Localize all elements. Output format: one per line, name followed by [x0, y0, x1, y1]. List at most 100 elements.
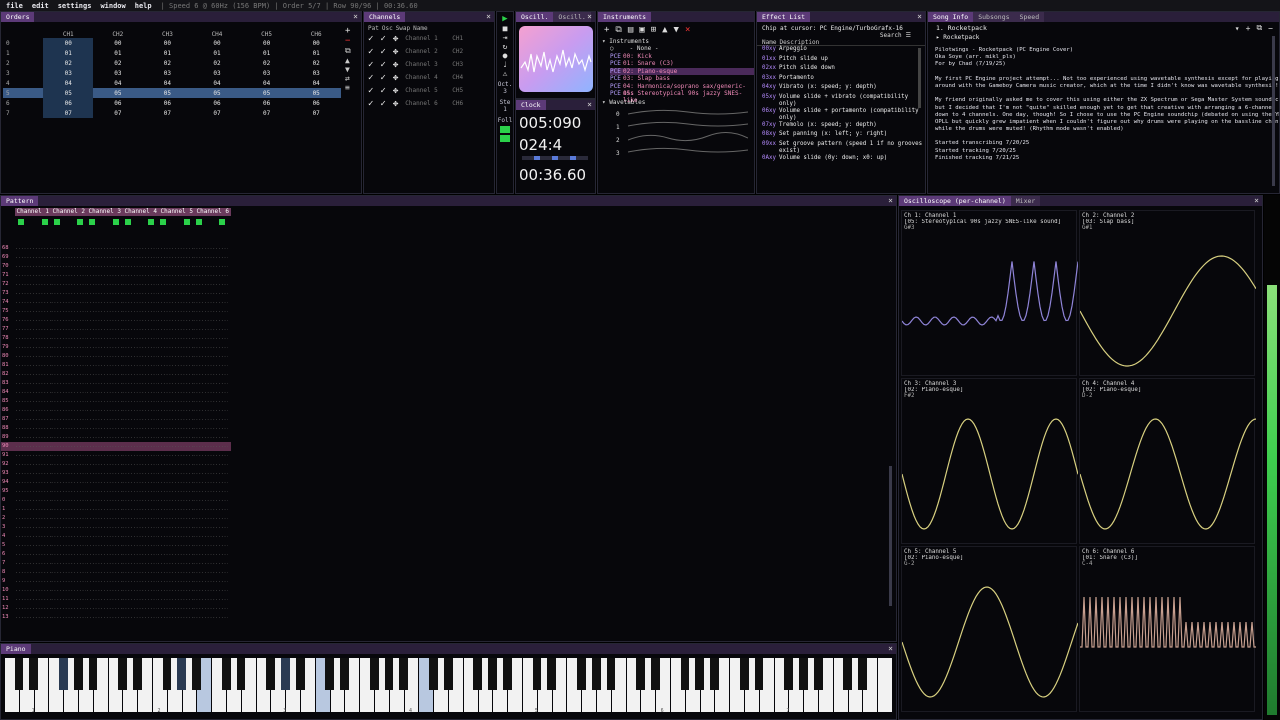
close-icon[interactable]: ×	[888, 196, 893, 206]
swap-icon[interactable]: ✥	[393, 73, 398, 83]
pattern-row[interactable]: 79......................................…	[1, 343, 231, 352]
move-up-icon[interactable]: ▲	[345, 56, 357, 65]
pattern-cell[interactable]: .............	[51, 307, 87, 316]
orders-row[interactable]: 1 01 01 01 01 01 01	[3, 48, 341, 58]
pattern-cell[interactable]: .............	[51, 532, 87, 541]
piano-black-key[interactable]	[651, 658, 660, 690]
song-notes[interactable]: Pilotwings - Rocketpack (PC Engine Cover…	[928, 41, 1279, 162]
orders-cell[interactable]: 06	[192, 98, 242, 108]
pattern-row[interactable]: 78......................................…	[1, 334, 231, 343]
pattern-visible-checkbox[interactable]: ✓	[368, 47, 373, 57]
pattern-channel-toggle[interactable]	[193, 218, 229, 226]
effect-item[interactable]: 08xy Set panning (x: left; y: right)	[762, 131, 925, 141]
swap-icon[interactable]: ✥	[393, 86, 398, 96]
pattern-cell[interactable]: .............	[51, 352, 87, 361]
wavetable-index[interactable]: 1	[616, 121, 620, 134]
osc-channel-cell[interactable]: Ch 6: Channel 6 [01: Snare (C3)] C-4	[1079, 546, 1256, 712]
piano-black-key[interactable]	[384, 658, 394, 690]
pattern-cell[interactable]: .............	[86, 280, 122, 289]
pattern-cell[interactable]: .............	[51, 451, 87, 460]
pattern-cell[interactable]: .............	[15, 586, 51, 595]
close-icon[interactable]: ×	[486, 12, 491, 22]
pattern-cell[interactable]: .............	[51, 262, 87, 271]
pattern-cell[interactable]: .............	[86, 370, 122, 379]
pattern-cell[interactable]: .............	[193, 406, 229, 415]
swap-icon[interactable]: ✥	[393, 60, 398, 70]
move-down-icon[interactable]: ▼	[345, 65, 357, 74]
pattern-cell[interactable]: .............	[51, 343, 87, 352]
pattern-row[interactable]: 11......................................…	[1, 595, 231, 604]
pattern-cell[interactable]: .............	[122, 595, 158, 604]
pattern-row[interactable]: 0.......................................…	[1, 496, 231, 505]
effect-item[interactable]: 00xy Arpeggio	[762, 46, 925, 56]
step-icon[interactable]: ⇥	[497, 33, 513, 42]
pattern-cell[interactable]: .............	[51, 541, 87, 550]
order-edit-icon[interactable]: ≡	[345, 83, 357, 92]
pattern-cell[interactable]: .............	[157, 541, 193, 550]
pattern-cell[interactable]: .............	[122, 388, 158, 397]
pattern-cell[interactable]: .............	[15, 595, 51, 604]
piano-black-key[interactable]	[784, 658, 794, 690]
close-icon[interactable]: ×	[888, 644, 893, 654]
pattern-cell[interactable]: .............	[193, 568, 229, 577]
pattern-cell[interactable]: .............	[157, 514, 193, 523]
pattern-cell[interactable]: .............	[193, 379, 229, 388]
pattern-cell[interactable]: .............	[86, 532, 122, 541]
orders-cell[interactable]: 00	[43, 38, 94, 48]
pattern-cell[interactable]: .............	[86, 424, 122, 433]
channel-name[interactable]: Channel 6	[405, 100, 445, 107]
subsong-title-text[interactable]: Rocketpack	[943, 34, 979, 41]
menu-icon[interactable]: ☰	[906, 32, 911, 39]
pattern-cell[interactable]: .............	[15, 361, 51, 370]
pattern-cell[interactable]: .............	[122, 316, 158, 325]
pattern-cell[interactable]: .............	[122, 379, 158, 388]
pattern-cell[interactable]: .............	[157, 487, 193, 496]
pattern-cell[interactable]: .............	[193, 334, 229, 343]
pattern-cell[interactable]: .............	[86, 298, 122, 307]
metronome-icon[interactable]: ♩	[497, 60, 513, 69]
effect-item[interactable]: 02xx Pitch slide down	[762, 65, 925, 75]
orders-cell[interactable]: 03	[242, 68, 292, 78]
pattern-cell[interactable]: .............	[157, 478, 193, 487]
pattern-row[interactable]: 72......................................…	[1, 280, 231, 289]
pattern-cell[interactable]: .............	[15, 559, 51, 568]
open-icon[interactable]: ▤	[628, 25, 633, 35]
pattern-channel-header[interactable]: Channel 6	[195, 208, 231, 216]
orders-cell[interactable]: 00	[291, 38, 341, 48]
pattern-cell[interactable]: .............	[86, 550, 122, 559]
swap-icon[interactable]: ✥	[393, 99, 398, 109]
pattern-cell[interactable]: .............	[157, 262, 193, 271]
piano-black-key[interactable]	[266, 658, 276, 690]
pattern-row[interactable]: 88......................................…	[1, 424, 231, 433]
wavetable-index[interactable]: 3	[616, 147, 620, 160]
tab-song-info[interactable]: Song Info	[928, 12, 974, 22]
pattern-cell[interactable]: .............	[122, 523, 158, 532]
pattern-cell[interactable]: .............	[122, 334, 158, 343]
pattern-cell[interactable]: .............	[157, 451, 193, 460]
pattern-cell[interactable]: .............	[193, 307, 229, 316]
tab-speed[interactable]: Speed	[1014, 12, 1045, 22]
osc-visible-checkbox[interactable]: ✓	[380, 34, 385, 44]
piano-black-key[interactable]	[547, 658, 557, 690]
follow-pattern-toggle[interactable]	[500, 135, 510, 142]
pattern-cell[interactable]: .............	[193, 487, 229, 496]
orders-row[interactable]: 2 02 02 02 02 02 02	[3, 58, 341, 68]
pattern-cell[interactable]: .............	[51, 514, 87, 523]
instrument-item[interactable]: PCE 01: Snare (C3)	[610, 60, 754, 68]
effects-search-label[interactable]: Search	[880, 32, 902, 39]
channel-short-name[interactable]: CH6	[452, 100, 463, 107]
step-value[interactable]: 1	[497, 106, 513, 113]
remove-icon[interactable]: −	[1268, 24, 1273, 33]
pattern-row[interactable]: 89......................................…	[1, 433, 231, 442]
piano-black-key[interactable]	[858, 658, 868, 690]
pattern-cell[interactable]: .............	[86, 334, 122, 343]
piano-black-key[interactable]	[73, 658, 83, 690]
pattern-visible-checkbox[interactable]: ✓	[368, 34, 373, 44]
pattern-cell[interactable]: .............	[122, 460, 158, 469]
piano-black-key[interactable]	[503, 658, 512, 690]
pattern-cell[interactable]: .............	[86, 586, 122, 595]
pattern-cell[interactable]: .............	[15, 334, 51, 343]
pattern-cell[interactable]: .............	[15, 244, 51, 253]
tab-piano[interactable]: Piano	[1, 644, 31, 654]
pattern-cell[interactable]: .............	[193, 343, 229, 352]
